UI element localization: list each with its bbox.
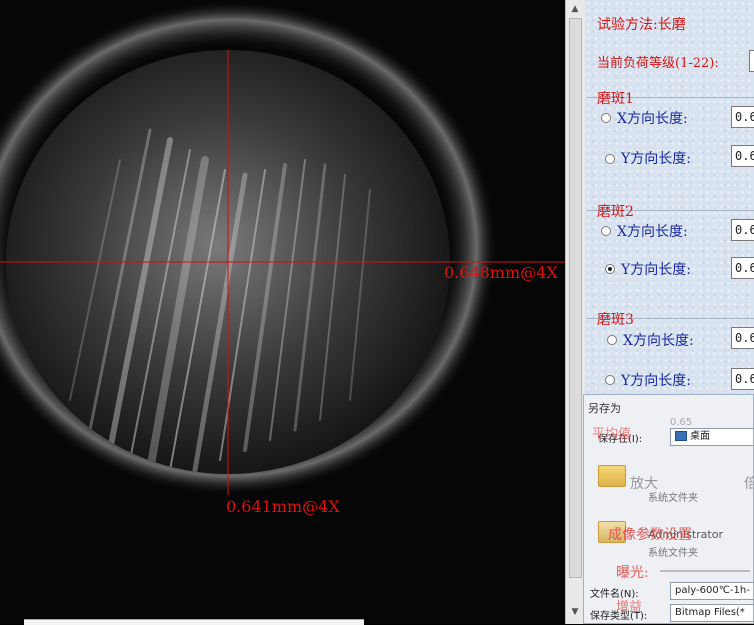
scar1-y-label: Y方向长度: [621, 151, 691, 167]
desktop-icon [675, 431, 687, 441]
scar2-x-input[interactable]: 0.6 [731, 219, 754, 241]
test-method-label: 试验方法:长磨 [597, 17, 686, 33]
scar2-x-label: X方向长度: [617, 224, 688, 240]
horizontal-scrollbar[interactable] [24, 619, 364, 625]
ghost-imaging-settings: 成像参数设置 [608, 527, 692, 543]
ghost-gain-label: 增益 [616, 600, 643, 615]
folder2-subtitle: 系统文件夹 [648, 548, 698, 559]
ghost-exposure-slider [660, 570, 750, 572]
save-in-value: 桌面 [690, 431, 710, 442]
scar3-y-label: Y方向长度: [621, 373, 691, 389]
load-level-input[interactable] [749, 50, 754, 72]
scar1-y-input[interactable]: 0.6 [731, 145, 754, 167]
scar2-y-label: Y方向长度: [621, 262, 691, 278]
microscope-image-view[interactable]: 0.648mm@4X 0.641mm@4X [0, 0, 565, 624]
scar2-y-radio[interactable] [605, 264, 615, 274]
vertical-measurement: 0.641mm@4X [226, 497, 340, 516]
scar3-title: 磨斑3 [597, 312, 634, 328]
ghost-exposure-label: 曝光: [616, 565, 649, 581]
ghost-average-label: 平均值 [592, 427, 632, 442]
scar1-y-radio[interactable] [605, 154, 615, 164]
wear-scar-image [0, 0, 565, 624]
scroll-up-icon[interactable]: ▲ [569, 3, 581, 15]
scar3-y-radio[interactable] [605, 375, 615, 385]
scar3-x-input[interactable]: 0.6 [731, 327, 754, 349]
vertical-scrollbar[interactable]: ▲ ▼ [565, 0, 585, 624]
folder-icon [598, 465, 626, 487]
scar2-x-radio[interactable] [601, 226, 611, 236]
ghost-average-value: 0.65 [670, 417, 693, 428]
scar2-title: 磨斑2 [597, 204, 634, 220]
scar1-x-label: X方向长度: [617, 111, 688, 127]
scar3-x-label: X方向长度: [623, 333, 694, 349]
filetype-dropdown[interactable]: Bitmap Files(* [670, 604, 753, 622]
scar1-x-radio[interactable] [601, 113, 611, 123]
scar3-x-radio[interactable] [607, 335, 617, 345]
ghost-zoom-unit: 倍 [744, 473, 753, 493]
scar2-y-input[interactable]: 0.6 [731, 257, 754, 279]
filename-input[interactable]: paly-600℃-1h- [670, 582, 753, 600]
save-as-dialog: 另存为 保存在(I): 桌面 平均值 0.65 放大 系统文件夹 倍 Admin… [583, 394, 754, 624]
scar1-title: 磨斑1 [597, 91, 634, 107]
scroll-down-icon[interactable]: ▼ [569, 606, 581, 618]
folder1-subtitle: 系统文件夹 [648, 493, 698, 504]
save-in-dropdown[interactable]: 桌面 [670, 428, 753, 446]
dialog-title: 另存为 [588, 402, 621, 415]
scar3-y-input[interactable]: 0.6 [731, 368, 754, 390]
load-level-label: 当前负荷等级(1-22): [597, 56, 719, 71]
scroll-thumb[interactable] [569, 18, 582, 578]
horizontal-measurement: 0.648mm@4X [444, 263, 558, 282]
scar1-x-input[interactable]: 0.6 [731, 106, 754, 128]
